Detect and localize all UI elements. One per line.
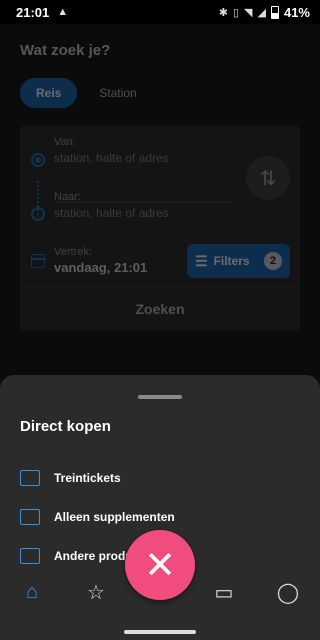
menu-item-label: Treintickets xyxy=(54,470,121,485)
status-icons: ✱ ▯ ◥ ◢ 41% xyxy=(219,5,310,20)
to-label: Naar: xyxy=(54,191,81,203)
ticket-icon[interactable]: ▭ xyxy=(209,580,239,605)
menu-item-treintickets[interactable]: Treintickets xyxy=(20,458,300,497)
status-time: 21:01 xyxy=(16,4,50,20)
sheet-title: Direct kopen xyxy=(20,418,111,435)
menu-item-label: Alleen supplementen xyxy=(54,509,175,524)
sheet-drag-handle[interactable] xyxy=(138,395,182,399)
vibrate-icon: ▯ xyxy=(232,6,240,19)
star-icon[interactable]: ☆ xyxy=(81,580,111,605)
battery-level: 41% xyxy=(283,4,310,20)
journey-form: Van: station, halte of adres Naar: stati… xyxy=(20,126,300,331)
notification-icon: ▲ xyxy=(57,6,69,18)
to-placeholder: station, halte of adres xyxy=(54,206,169,220)
swap-button[interactable]: ⇅ xyxy=(246,156,290,200)
tab-station[interactable]: Station xyxy=(83,78,152,108)
departure-value: vandaag, 21:01 xyxy=(54,260,148,275)
tab-reis[interactable]: Reis xyxy=(20,78,78,108)
filters-button[interactable]: ☰ Filters 2 xyxy=(187,244,290,278)
status-bar: 21:01 ▲ ✱ ▯ ◥ ◢ 41% xyxy=(0,0,320,24)
origin-dot-icon xyxy=(31,153,45,167)
destination-dot-icon xyxy=(31,207,45,221)
sliders-icon: ☰ xyxy=(195,252,208,269)
wifi-icon: ◥ xyxy=(244,6,253,19)
calendar-icon xyxy=(31,254,45,268)
search-button[interactable]: Zoeken xyxy=(20,286,300,331)
signal-icon: ◢ xyxy=(257,6,266,19)
filters-count-badge: 2 xyxy=(264,252,282,270)
from-label: Van: xyxy=(54,136,76,148)
battery-icon xyxy=(270,5,279,19)
gesture-bar xyxy=(124,630,196,634)
filters-label: Filters xyxy=(213,254,250,268)
products-icon xyxy=(20,547,40,564)
departure-label: Vertrek: xyxy=(54,246,92,258)
from-placeholder: station, halte of adres xyxy=(54,151,169,165)
to-field[interactable]: Naar: station, halte of adres xyxy=(54,191,169,220)
page-title: Wat zoek je? xyxy=(20,42,111,59)
supplement-list-icon xyxy=(20,508,40,525)
close-button[interactable]: ✕ xyxy=(125,530,195,600)
home-icon[interactable]: ⌂ xyxy=(17,581,47,604)
profile-icon[interactable]: ◯ xyxy=(273,580,303,605)
bluetooth-icon: ✱ xyxy=(218,6,228,19)
swap-arrows-icon: ⇅ xyxy=(259,167,277,190)
from-field[interactable]: Van: station, halte of adres xyxy=(54,136,169,165)
departure-field[interactable]: Vertrek: vandaag, 21:01 xyxy=(54,246,147,275)
ticket-icon xyxy=(20,469,40,486)
close-icon: ✕ xyxy=(144,544,176,587)
search-tabs: Reis Station xyxy=(20,78,153,108)
